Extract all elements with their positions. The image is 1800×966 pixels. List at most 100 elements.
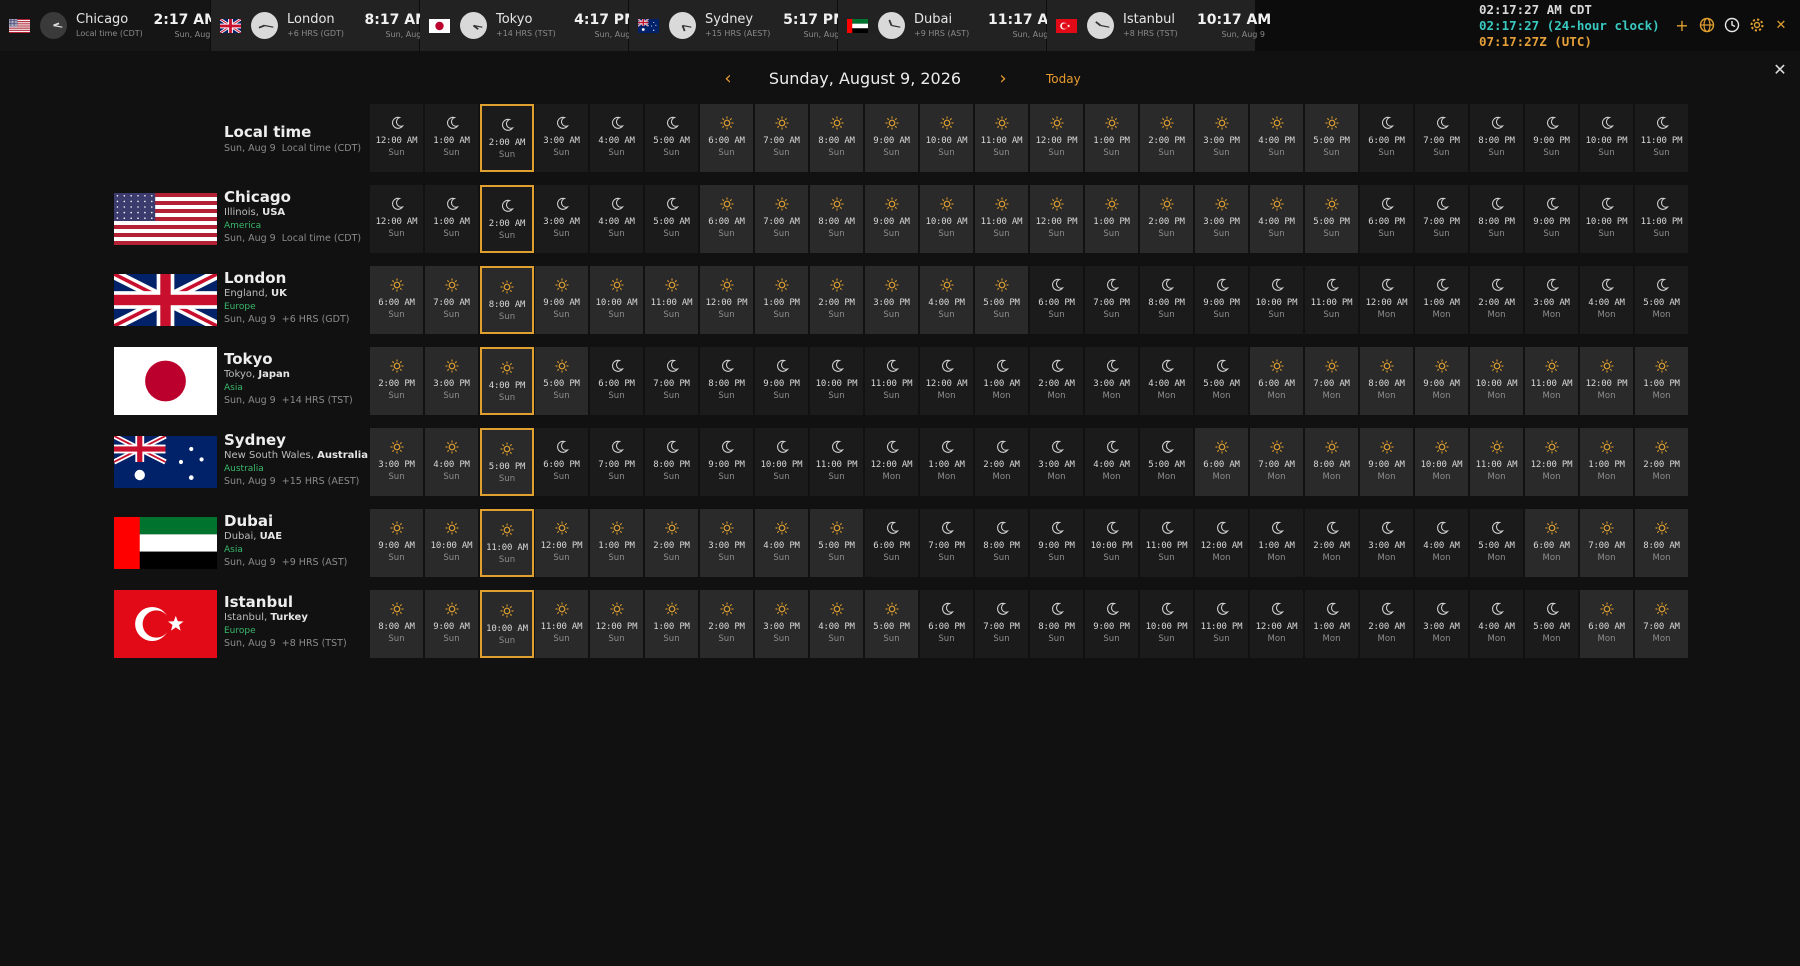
- hour-cell[interactable]: 1:00 AM Sun: [425, 104, 479, 172]
- hour-cell[interactable]: 7:00 AM Mon: [1580, 509, 1634, 577]
- hour-cell[interactable]: 7:00 PM Sun: [975, 590, 1029, 658]
- hour-cell[interactable]: 5:00 AM Sun: [645, 185, 699, 253]
- hour-cell[interactable]: 3:00 AM Mon: [1360, 509, 1414, 577]
- hour-cell[interactable]: 3:00 PM Sun: [865, 266, 919, 334]
- hour-cell[interactable]: 1:00 PM Sun: [1085, 104, 1139, 172]
- today-button[interactable]: Today: [1046, 68, 1081, 90]
- hour-cell[interactable]: 7:00 PM Sun: [1415, 185, 1469, 253]
- hour-cell[interactable]: 3:00 PM Sun: [700, 509, 754, 577]
- add-clock-button[interactable]: +: [1672, 15, 1692, 35]
- hour-cell[interactable]: 5:00 AM Mon: [1195, 347, 1249, 415]
- clock-card-tokyo[interactable]: Tokyo +14 HRS (TST) 4:17 PM Sun, Aug 9: [420, 0, 638, 51]
- hour-cell[interactable]: 2:00 AM Sun: [480, 185, 534, 253]
- hour-cell[interactable]: 6:00 AM Mon: [1525, 509, 1579, 577]
- hour-cell[interactable]: 10:00 PM Sun: [1140, 590, 1194, 658]
- hour-cell[interactable]: 12:00 PM Sun: [700, 266, 754, 334]
- hour-cell[interactable]: 6:00 AM Mon: [1580, 590, 1634, 658]
- hour-cell[interactable]: 8:00 AM Mon: [1360, 347, 1414, 415]
- hour-cell[interactable]: 7:00 AM Sun: [755, 104, 809, 172]
- hour-cell[interactable]: 9:00 AM Sun: [425, 590, 479, 658]
- hour-cell[interactable]: 12:00 PM Sun: [535, 509, 589, 577]
- hour-cell[interactable]: 3:00 AM Mon: [1525, 266, 1579, 334]
- hour-cell[interactable]: 12:00 PM Mon: [1580, 347, 1634, 415]
- hour-cell[interactable]: 12:00 PM Mon: [1525, 428, 1579, 496]
- hour-cell[interactable]: 4:00 PM Sun: [755, 509, 809, 577]
- hour-cell[interactable]: 1:00 AM Mon: [1415, 266, 1469, 334]
- hour-cell[interactable]: 5:00 PM Sun: [1305, 104, 1359, 172]
- hour-cell[interactable]: 8:00 PM Sun: [1470, 104, 1524, 172]
- hour-cell[interactable]: 4:00 AM Sun: [590, 185, 644, 253]
- hour-cell[interactable]: 2:00 PM Sun: [810, 266, 864, 334]
- hour-cell[interactable]: 1:00 AM Mon: [1250, 509, 1304, 577]
- hour-cell[interactable]: 9:00 PM Sun: [1085, 590, 1139, 658]
- hour-cell[interactable]: 12:00 AM Mon: [865, 428, 919, 496]
- hour-cell[interactable]: 10:00 PM Sun: [1580, 185, 1634, 253]
- hour-cell[interactable]: 7:00 PM Sun: [645, 347, 699, 415]
- hour-cell[interactable]: 4:00 PM Sun: [1250, 104, 1304, 172]
- hour-cell[interactable]: 4:00 PM Sun: [425, 428, 479, 496]
- hour-cell[interactable]: 8:00 AM Sun: [810, 104, 864, 172]
- hour-cell[interactable]: 8:00 PM Sun: [975, 509, 1029, 577]
- hour-cell[interactable]: 2:00 PM Sun: [1140, 104, 1194, 172]
- hour-cell[interactable]: 1:00 AM Mon: [920, 428, 974, 496]
- hour-cell[interactable]: 2:00 PM Sun: [645, 509, 699, 577]
- hour-cell[interactable]: 4:00 AM Mon: [1470, 590, 1524, 658]
- hour-cell[interactable]: 12:00 PM Sun: [590, 590, 644, 658]
- hour-cell[interactable]: 2:00 AM Mon: [975, 428, 1029, 496]
- hour-cell[interactable]: 3:00 PM Sun: [1195, 104, 1249, 172]
- hour-cell[interactable]: 12:00 PM Sun: [1030, 185, 1084, 253]
- hour-cell[interactable]: 2:00 AM Mon: [1470, 266, 1524, 334]
- hour-cell[interactable]: 5:00 PM Sun: [865, 590, 919, 658]
- clock-card-dubai[interactable]: Dubai +9 HRS (AST) 11:17 AM Sun, Aug 9: [838, 0, 1062, 51]
- hour-cell[interactable]: 7:00 PM Sun: [1415, 104, 1469, 172]
- hour-cell[interactable]: 3:00 PM Sun: [370, 428, 424, 496]
- close-panel-button[interactable]: ✕: [1770, 60, 1790, 79]
- hour-cell[interactable]: 11:00 AM Sun: [975, 104, 1029, 172]
- hour-cell[interactable]: 10:00 AM Mon: [1470, 347, 1524, 415]
- hour-cell[interactable]: 11:00 AM Sun: [535, 590, 589, 658]
- hour-cell[interactable]: 9:00 PM Sun: [755, 347, 809, 415]
- hour-cell[interactable]: 3:00 AM Mon: [1030, 428, 1084, 496]
- hour-cell[interactable]: 6:00 PM Sun: [920, 590, 974, 658]
- hour-cell[interactable]: 10:00 PM Sun: [1085, 509, 1139, 577]
- hour-cell[interactable]: 7:00 PM Sun: [920, 509, 974, 577]
- hour-cell[interactable]: 11:00 AM Mon: [1470, 428, 1524, 496]
- hour-cell[interactable]: 11:00 PM Sun: [1140, 509, 1194, 577]
- hour-cell[interactable]: 6:00 AM Sun: [700, 185, 754, 253]
- hour-cell[interactable]: 2:00 PM Sun: [700, 590, 754, 658]
- hour-cell[interactable]: 5:00 PM Sun: [975, 266, 1029, 334]
- hour-cell[interactable]: 1:00 PM Mon: [1635, 347, 1689, 415]
- clock-card-istanbul[interactable]: Istanbul +8 HRS (TST) 10:17 AM Sun, Aug …: [1047, 0, 1271, 51]
- hour-cell[interactable]: 1:00 PM Mon: [1580, 428, 1634, 496]
- hour-cell[interactable]: 6:00 AM Mon: [1195, 428, 1249, 496]
- hour-cell[interactable]: 12:00 AM Mon: [1250, 590, 1304, 658]
- hour-cell[interactable]: 10:00 AM Mon: [1415, 428, 1469, 496]
- hour-cell[interactable]: 7:00 AM Sun: [755, 185, 809, 253]
- hour-cell[interactable]: 1:00 PM Sun: [1085, 185, 1139, 253]
- hour-cell[interactable]: 2:00 PM Sun: [1140, 185, 1194, 253]
- hour-cell[interactable]: 12:00 AM Sun: [370, 185, 424, 253]
- hour-cell[interactable]: 5:00 AM Mon: [1470, 509, 1524, 577]
- hour-cell[interactable]: 11:00 PM Sun: [810, 428, 864, 496]
- hour-cell[interactable]: 5:00 PM Sun: [1305, 185, 1359, 253]
- hour-cell[interactable]: 10:00 PM Sun: [1250, 266, 1304, 334]
- hour-cell[interactable]: 2:00 AM Mon: [1030, 347, 1084, 415]
- hour-cell[interactable]: 8:00 AM Sun: [480, 266, 534, 334]
- hour-cell[interactable]: 8:00 AM Mon: [1305, 428, 1359, 496]
- hour-cell[interactable]: 6:00 AM Mon: [1250, 347, 1304, 415]
- previous-day-button[interactable]: ‹: [718, 68, 738, 90]
- hour-cell[interactable]: 8:00 AM Mon: [1635, 509, 1689, 577]
- hour-cell[interactable]: 2:00 PM Sun: [370, 347, 424, 415]
- clock-button[interactable]: [1722, 15, 1742, 35]
- hour-cell[interactable]: 9:00 AM Sun: [865, 185, 919, 253]
- hour-cell[interactable]: 6:00 AM Sun: [700, 104, 754, 172]
- hour-cell[interactable]: 5:00 AM Mon: [1525, 590, 1579, 658]
- hour-cell[interactable]: 11:00 PM Sun: [1305, 266, 1359, 334]
- hour-cell[interactable]: 7:00 AM Mon: [1635, 590, 1689, 658]
- hour-cell[interactable]: 9:00 AM Sun: [535, 266, 589, 334]
- hour-cell[interactable]: 12:00 PM Sun: [1030, 104, 1084, 172]
- hour-cell[interactable]: 9:00 AM Mon: [1360, 428, 1414, 496]
- hour-cell[interactable]: 1:00 PM Sun: [645, 590, 699, 658]
- hour-cell[interactable]: 8:00 PM Sun: [700, 347, 754, 415]
- hour-cell[interactable]: 3:00 AM Sun: [535, 104, 589, 172]
